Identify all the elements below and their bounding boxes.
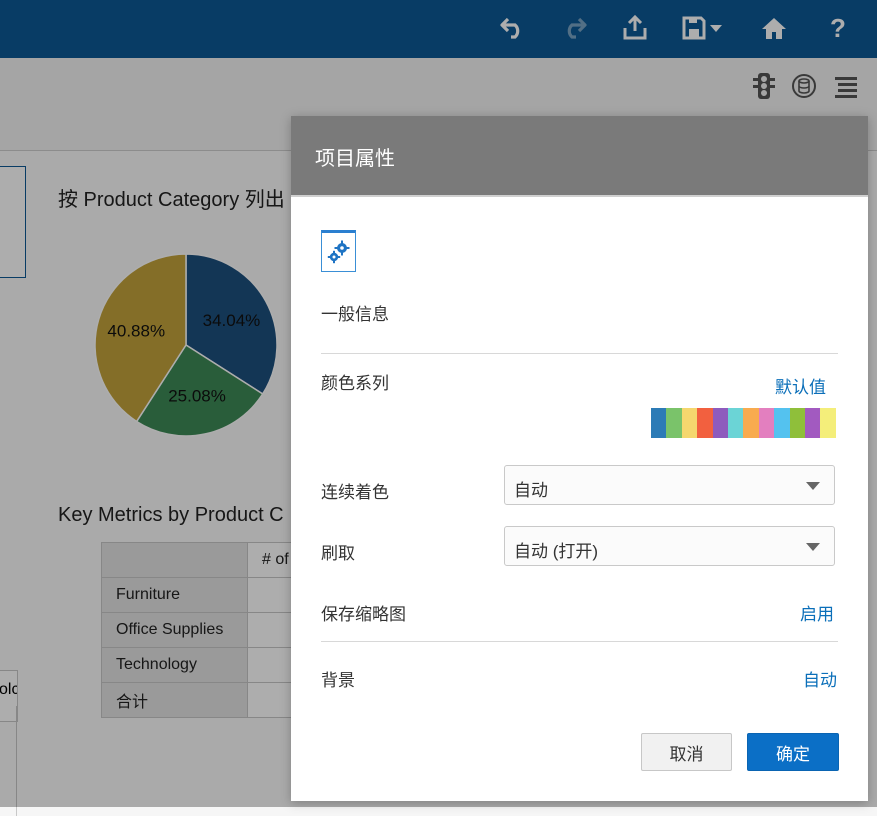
- divider: [321, 353, 838, 354]
- color-series-label: 颜色系列: [321, 374, 389, 393]
- general-settings-tab[interactable]: [321, 230, 356, 272]
- continuous-coloring-label: 连续着色: [321, 483, 389, 502]
- dialog-title: 项目属性: [315, 148, 395, 170]
- color-swatch: [758, 408, 775, 438]
- general-info-heading: 一般信息: [321, 305, 389, 324]
- color-swatch: [712, 408, 728, 438]
- chevron-down-icon: [806, 482, 820, 490]
- gears-icon: [327, 240, 349, 264]
- brushing-label: 刷取: [321, 544, 355, 563]
- color-swatch: [681, 408, 698, 438]
- save-thumbnail-label: 保存缩略图: [321, 605, 406, 624]
- color-swatch: [804, 408, 821, 438]
- chevron-down-icon: [806, 543, 820, 551]
- color-palette[interactable]: [651, 408, 836, 438]
- divider: [321, 641, 838, 642]
- color-swatch: [820, 408, 836, 438]
- default-colors-link[interactable]: 默认值: [775, 373, 826, 398]
- color-swatch: [743, 408, 759, 438]
- project-properties-dialog: 项目属性 一般信息 颜色系列 默认值 连续着色 自动 刷取 自动 (打开) 保存…: [291, 116, 868, 801]
- color-swatch: [789, 408, 805, 438]
- color-swatch: [697, 408, 713, 438]
- ok-button[interactable]: 确定: [747, 733, 839, 771]
- background-label: 背景: [321, 671, 355, 690]
- color-swatch: [774, 408, 790, 438]
- enable-thumbnail-link[interactable]: 启用: [800, 600, 834, 625]
- color-swatch: [727, 408, 744, 438]
- color-swatch: [651, 408, 667, 438]
- continuous-coloring-select[interactable]: 自动: [504, 465, 835, 505]
- background-auto-link[interactable]: 自动: [803, 666, 837, 691]
- cancel-button[interactable]: 取消: [641, 733, 732, 771]
- color-swatch: [666, 408, 682, 438]
- select-value: 自动: [514, 481, 548, 500]
- brushing-select[interactable]: 自动 (打开): [504, 526, 835, 566]
- select-value: 自动 (打开): [514, 542, 599, 561]
